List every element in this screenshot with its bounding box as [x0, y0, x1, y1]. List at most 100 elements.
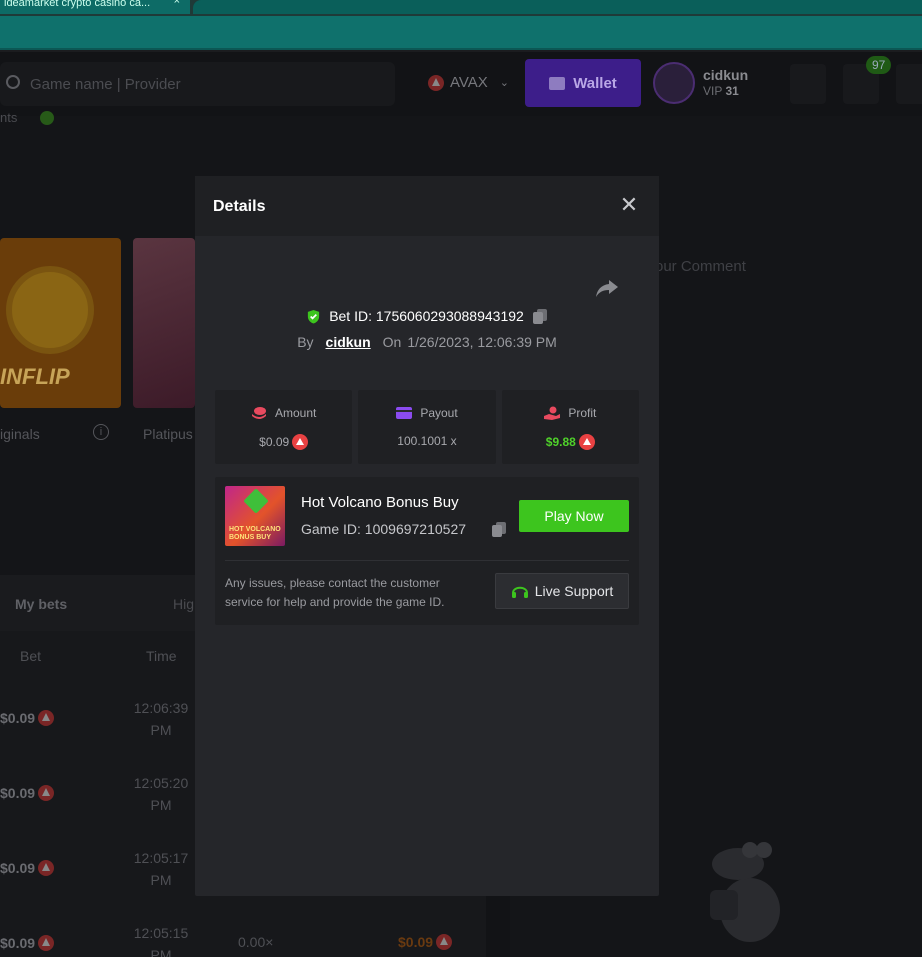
bet-user-link[interactable]: cidkun — [326, 334, 371, 350]
headset-icon — [511, 586, 528, 598]
column-header-bet: Bet — [20, 648, 42, 664]
bet-value: $0.09 — [0, 785, 36, 801]
table-row-time: 12:06:39 PM — [133, 700, 189, 738]
browser-tab[interactable]: ideamarket crypto casino ca... × — [0, 0, 190, 14]
comment-input[interactable]: our Comment — [655, 258, 746, 275]
tab-high-rollers[interactable]: Hig — [173, 596, 194, 612]
avax-icon — [38, 710, 55, 726]
crocodile-mascot-icon — [710, 842, 780, 942]
originals-label: iginals — [0, 426, 40, 442]
table-row-time: 12:05:17 PM — [133, 850, 189, 888]
profit-hand-icon — [544, 406, 561, 420]
play-now-button[interactable]: Play Now — [519, 500, 629, 532]
avax-icon — [38, 935, 55, 951]
copy-icon[interactable] — [491, 521, 507, 537]
vip-number: 31 — [725, 84, 739, 98]
currency-selector[interactable]: AVAX ⌄ — [428, 74, 509, 91]
column-header-time: Time — [146, 648, 177, 664]
profit-stat: Profit $9.88 — [501, 390, 639, 464]
payout-stat: Payout 100.1001 x — [358, 390, 496, 464]
leaf-icon — [243, 488, 269, 514]
avax-icon — [38, 860, 55, 876]
bet-id: Bet ID: 1756060293088943192 — [329, 308, 524, 324]
table-row-bet: $0.09 — [0, 785, 55, 801]
divider — [225, 560, 629, 561]
share-icon[interactable] — [595, 278, 619, 298]
avax-icon — [428, 74, 444, 91]
search-input[interactable]: Game name | Provider — [0, 62, 395, 106]
profit-label: Profit — [568, 406, 597, 420]
table-row-bet: $0.09 — [0, 935, 55, 951]
info-icon[interactable]: i — [93, 424, 109, 440]
browser-tabstrip: ideamarket crypto casino ca... × — [0, 0, 922, 16]
coinflip-card[interactable]: INFLIP — [0, 238, 121, 408]
table-row-payout: $0.09 — [398, 934, 453, 950]
modal-header: Details ✕ — [195, 176, 659, 236]
currency-label: AVAX — [450, 74, 488, 91]
by-label: By — [297, 334, 314, 350]
table-row-time: 12:05:15 PM — [133, 925, 189, 957]
bet-datetime: 1/26/2023, 12:06:39 PM — [407, 334, 557, 350]
bet-value: $0.09 — [0, 935, 36, 951]
site-header: Game name | Provider AVAX ⌄ Wallet cidku… — [0, 52, 922, 116]
shield-check-icon — [308, 309, 320, 324]
table-row-multiplier: 0.00× — [238, 934, 274, 950]
game-name: Hot Volcano Bonus Buy — [301, 494, 459, 511]
wallet-label: Wallet — [573, 74, 617, 92]
bg-tiny-label: nts — [0, 110, 18, 125]
avax-icon — [38, 785, 55, 801]
live-support-button[interactable]: Live Support — [495, 573, 629, 609]
support-hint-text: Any issues, please contact the customer … — [225, 576, 445, 609]
profit-value: $9.88 — [545, 435, 576, 449]
table-row-bet: $0.09 — [0, 860, 55, 876]
payout-label: Payout — [420, 406, 458, 420]
address-bar[interactable] — [0, 16, 922, 50]
thumb-caption: HOT VOLCANO BONUS BUY — [229, 526, 281, 541]
avatar[interactable] — [653, 62, 695, 104]
coins-icon — [251, 407, 266, 419]
amount-stat: Amount $0.09 — [215, 390, 353, 464]
game-id: Game ID: 1009697210527 — [301, 521, 467, 537]
close-icon[interactable]: ✕ — [617, 194, 641, 218]
bet-stats: Amount $0.09 Payout 100.1001 x Profit $9… — [215, 390, 639, 464]
search-placeholder: Game name | Provider — [30, 76, 181, 93]
bell-icon[interactable] — [896, 64, 922, 104]
bet-id-row: Bet ID: 1756060293088943192 — [195, 308, 659, 324]
avax-icon — [292, 434, 309, 450]
card-icon — [396, 407, 413, 419]
game-thumbnail[interactable]: HOT VOLCANO BONUS BUY — [225, 486, 285, 546]
search-icon — [6, 75, 20, 89]
amount-label: Amount — [274, 406, 317, 420]
platipus-card[interactable] — [133, 238, 195, 408]
payout-value: 100.1001 x — [397, 434, 457, 448]
bet-author-row: By cidkun On 1/26/2023, 12:06:39 PM — [195, 334, 659, 350]
menu-icon[interactable] — [790, 64, 826, 104]
new-tab-area[interactable] — [193, 0, 922, 14]
close-tab-icon[interactable]: × — [174, 0, 180, 7]
wallet-button[interactable]: Wallet — [525, 59, 641, 107]
wallet-icon — [549, 76, 566, 90]
bet-value: $0.09 — [0, 710, 36, 726]
chevron-down-icon: ⌄ — [499, 77, 510, 89]
tab-my-bets[interactable]: My bets — [15, 596, 67, 612]
online-dot — [40, 111, 54, 125]
browser-tab-title: ideamarket crypto casino ca... — [4, 0, 151, 9]
bet-details-modal: Details ✕ Bet ID: 1756060293088943192 By… — [195, 176, 659, 896]
payout-value: $0.09 — [398, 934, 434, 950]
vip-prefix: VIP — [703, 84, 723, 98]
vip-level: VIP 31 — [703, 84, 739, 98]
live-support-label: Live Support — [534, 583, 614, 599]
table-row-time: 12:05:20 PM — [133, 775, 189, 813]
modal-title: Details — [213, 198, 266, 215]
coin-image — [6, 266, 94, 354]
table-row-bet: $0.09 — [0, 710, 55, 726]
amount-value: $0.09 — [259, 435, 290, 449]
bet-value: $0.09 — [0, 860, 36, 876]
on-label: On — [382, 334, 402, 350]
game-info-box: HOT VOLCANO BONUS BUY Hot Volcano Bonus … — [215, 477, 639, 625]
header-username[interactable]: cidkun — [703, 67, 748, 83]
mail-count-badge: 97 — [866, 56, 892, 74]
copy-icon[interactable] — [532, 308, 548, 324]
coinflip-title: INFLIP — [0, 364, 70, 389]
avax-icon — [578, 434, 595, 450]
